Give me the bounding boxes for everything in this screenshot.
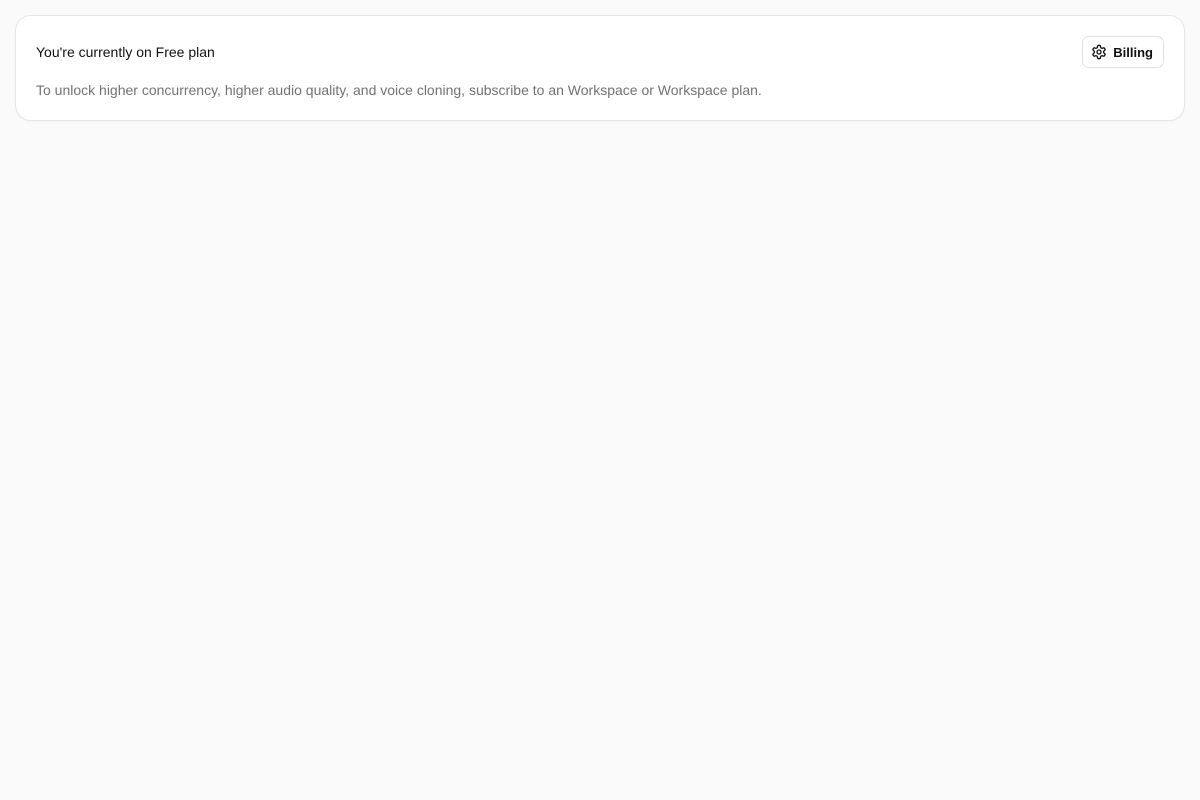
- billing-button[interactable]: Billing: [1082, 36, 1164, 68]
- plan-card: You're currently on Free plan Billing To…: [15, 15, 1185, 121]
- plan-title: You're currently on Free plan: [36, 44, 215, 60]
- billing-button-label: Billing: [1113, 44, 1153, 60]
- plan-description: To unlock higher concurrency, higher aud…: [36, 82, 762, 98]
- page: You're currently on Free plan Billing To…: [0, 0, 1200, 800]
- gear-icon: [1091, 44, 1107, 60]
